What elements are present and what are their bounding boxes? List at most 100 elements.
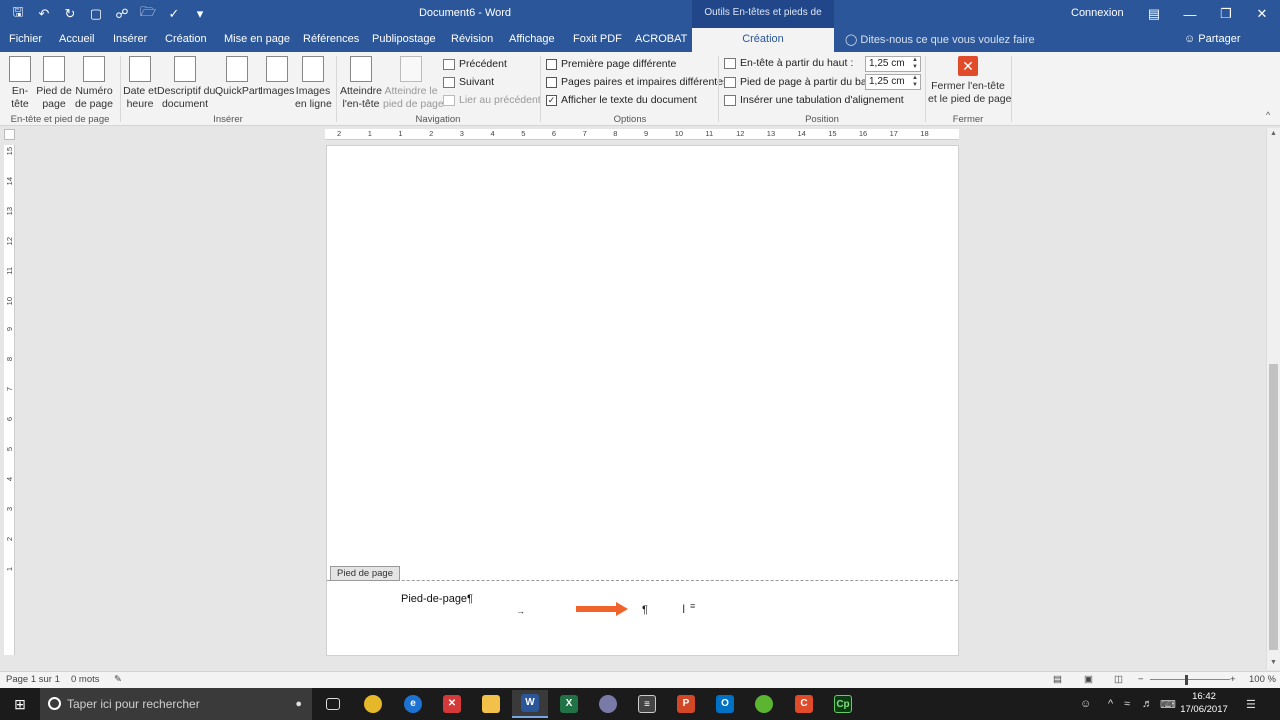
checkbox-icon <box>546 76 557 88</box>
wifi-icon[interactable]: ≈ <box>1124 688 1130 720</box>
action-center-icon[interactable]: ☰ <box>1246 688 1256 720</box>
tab-affichage[interactable]: Affichage <box>509 28 555 52</box>
tab-foxit-pdf[interactable]: Foxit PDF <box>573 28 622 52</box>
ruler-tick-label: 1 <box>398 129 403 138</box>
atteindre-entete-button[interactable]: Atteindre l'en-tête <box>339 56 383 111</box>
atteindre-pied-button[interactable]: Atteindre le pied de page <box>383 56 444 111</box>
share-button[interactable]: ☺ Partager <box>1184 33 1241 45</box>
images-label: Images <box>260 85 295 97</box>
read-mode-icon[interactable]: ▤ <box>1053 674 1062 685</box>
inserer-tabulation-button[interactable]: Insérer une tabulation d'alignement <box>724 94 904 106</box>
scroll-down-icon[interactable]: ▼ <box>1267 657 1280 669</box>
zoom-out-icon[interactable]: − <box>1138 674 1144 685</box>
customize-icon[interactable]: ▾ <box>190 5 210 23</box>
proofing-icon[interactable]: ✎ <box>114 674 122 685</box>
descriptif-document-button[interactable]: Descriptif du document <box>157 56 216 111</box>
tab-references[interactable]: Références <box>303 28 359 52</box>
tray-expand-icon[interactable]: ^ <box>1108 688 1113 720</box>
file-explorer-icon[interactable] <box>473 690 509 718</box>
tab-creation[interactable]: Création <box>165 28 207 52</box>
keyboard-icon[interactable]: ⌨ <box>1160 688 1176 720</box>
sign-in-link[interactable]: Connexion <box>1071 7 1124 19</box>
date-heure-button[interactable]: Date et heure <box>122 56 158 111</box>
images-en-ligne-button[interactable]: Images en ligne <box>295 56 332 111</box>
chrome-icon[interactable] <box>355 690 391 718</box>
task-view-icon[interactable] <box>315 690 351 718</box>
pied-bas-spinner[interactable]: 1,25 cm ▲ ▼ <box>865 74 921 90</box>
people-icon[interactable]: ☺ <box>1080 688 1091 720</box>
captivate-icon[interactable]: Cp <box>825 690 861 718</box>
taskbar-clock[interactable]: 16:42 17/06/2017 <box>1180 690 1228 716</box>
green-app-icon[interactable] <box>746 690 782 718</box>
premiere-page-checkbox[interactable]: Première page différente <box>546 58 676 70</box>
open-icon[interactable]: 🗁 <box>138 4 158 23</box>
pages-paires-checkbox[interactable]: Pages paires et impaires différentes <box>546 76 728 88</box>
vertical-scrollbar[interactable]: ▲ ▼ <box>1266 128 1280 670</box>
tab-selector[interactable] <box>4 129 15 140</box>
entete-haut-spinner[interactable]: 1,25 cm ▲ ▼ <box>865 56 921 72</box>
powerpoint-icon[interactable]: P <box>668 690 704 718</box>
touch-mode-icon[interactable]: ☍ <box>112 5 132 23</box>
entete-button[interactable]: En- tête <box>6 56 34 111</box>
tab-publipostage[interactable]: Publipostage <box>372 28 436 52</box>
close-icon[interactable]: ✕ <box>1244 0 1280 28</box>
tab-mise-en-page[interactable]: Mise en page <box>224 28 290 52</box>
numero-de-page-button[interactable]: Numéro de page <box>73 56 115 111</box>
tell-me-box[interactable]: ◯ Dites-nous ce que vous voulez faire <box>845 33 1035 46</box>
quickpart-button[interactable]: QuickPart <box>215 56 261 98</box>
zoom-in-icon[interactable]: + <box>1230 674 1236 685</box>
word-icon[interactable]: W <box>512 690 548 718</box>
ribbon-display-icon[interactable]: ▤ <box>1136 0 1172 28</box>
web-layout-icon[interactable]: ◫ <box>1114 674 1123 685</box>
tab-inserer[interactable]: Insérer <box>113 28 147 52</box>
xmind-icon[interactable]: ✕ <box>434 690 470 718</box>
paint-icon[interactable] <box>590 690 626 718</box>
print-layout-icon[interactable]: ▣ <box>1084 674 1093 685</box>
ruler-tick-label: 12 <box>736 129 745 138</box>
page-count[interactable]: Page 1 sur 1 <box>6 674 60 685</box>
edge-icon[interactable]: e <box>395 690 431 718</box>
red-app-icon[interactable]: C <box>786 690 822 718</box>
spelling-icon[interactable]: ✓ <box>164 5 184 23</box>
afficher-texte-checkbox[interactable]: ✓ Afficher le texte du document <box>546 94 697 106</box>
print-preview-icon[interactable]: ▢ <box>86 5 106 23</box>
word-count[interactable]: 0 mots <box>71 674 100 685</box>
scrollbar-thumb[interactable] <box>1269 364 1278 650</box>
excel-icon[interactable]: X <box>551 690 587 718</box>
tab-creation-header-footer[interactable]: Création <box>692 28 834 52</box>
undo-icon[interactable]: ↶ <box>34 5 54 23</box>
tab-fichier[interactable]: Fichier <box>9 28 42 52</box>
taskbar-search-box[interactable]: Taper ici pour rechercher ● <box>40 688 312 720</box>
redo-icon[interactable]: ↻ <box>60 5 80 23</box>
lier-precedent-button[interactable]: Lier au précédent <box>443 94 541 106</box>
minimize-icon[interactable]: — <box>1172 0 1208 28</box>
spinner-arrows-icon[interactable]: ▲ ▼ <box>912 75 918 89</box>
scroll-up-icon[interactable]: ▲ <box>1267 128 1280 140</box>
tab-accueil[interactable]: Accueil <box>59 28 94 52</box>
pied-de-page-button[interactable]: Pied de page <box>36 56 72 111</box>
calculator-icon[interactable]: ≡ <box>629 690 665 718</box>
header-icon <box>9 56 31 82</box>
arrow-shape[interactable] <box>576 602 628 616</box>
footer-text[interactable]: Pied-de-page¶ <box>401 593 473 605</box>
horizontal-ruler[interactable]: 2 1 1 2 3 4 5 6 7 8 9 10 11 12 13 14 15 16 17 18 <box>325 129 959 140</box>
windows-start-icon[interactable]: ⊞ <box>0 688 40 720</box>
descriptif-label: Descriptif du document <box>157 85 216 110</box>
zoom-slider[interactable] <box>1150 679 1230 680</box>
images-button[interactable]: Images <box>260 56 294 98</box>
fermer-entete-button[interactable]: ✕ Fermer l'en-tête et le pied de page <box>928 56 1012 106</box>
collapse-ribbon-icon[interactable]: ^ <box>1266 110 1270 120</box>
restore-icon[interactable]: ❐ <box>1208 0 1244 28</box>
microphone-icon[interactable]: ● <box>295 688 302 720</box>
precedent-button[interactable]: Précédent <box>443 58 507 70</box>
volume-icon[interactable]: ♬ <box>1142 688 1153 720</box>
vertical-ruler[interactable]: 15 14 13 12 11 10 9 8 7 6 5 4 3 2 1 <box>4 145 15 655</box>
suivant-button[interactable]: Suivant <box>443 76 494 88</box>
outlook-icon[interactable]: O <box>707 690 743 718</box>
zoom-level[interactable]: 100 % <box>1249 674 1276 685</box>
zoom-slider-thumb[interactable] <box>1185 675 1188 685</box>
tab-acrobat[interactable]: ACROBAT <box>635 28 687 52</box>
tab-revision[interactable]: Révision <box>451 28 493 52</box>
save-icon[interactable]: 🖫 <box>8 4 28 23</box>
spinner-arrows-icon[interactable]: ▲ ▼ <box>912 57 918 71</box>
